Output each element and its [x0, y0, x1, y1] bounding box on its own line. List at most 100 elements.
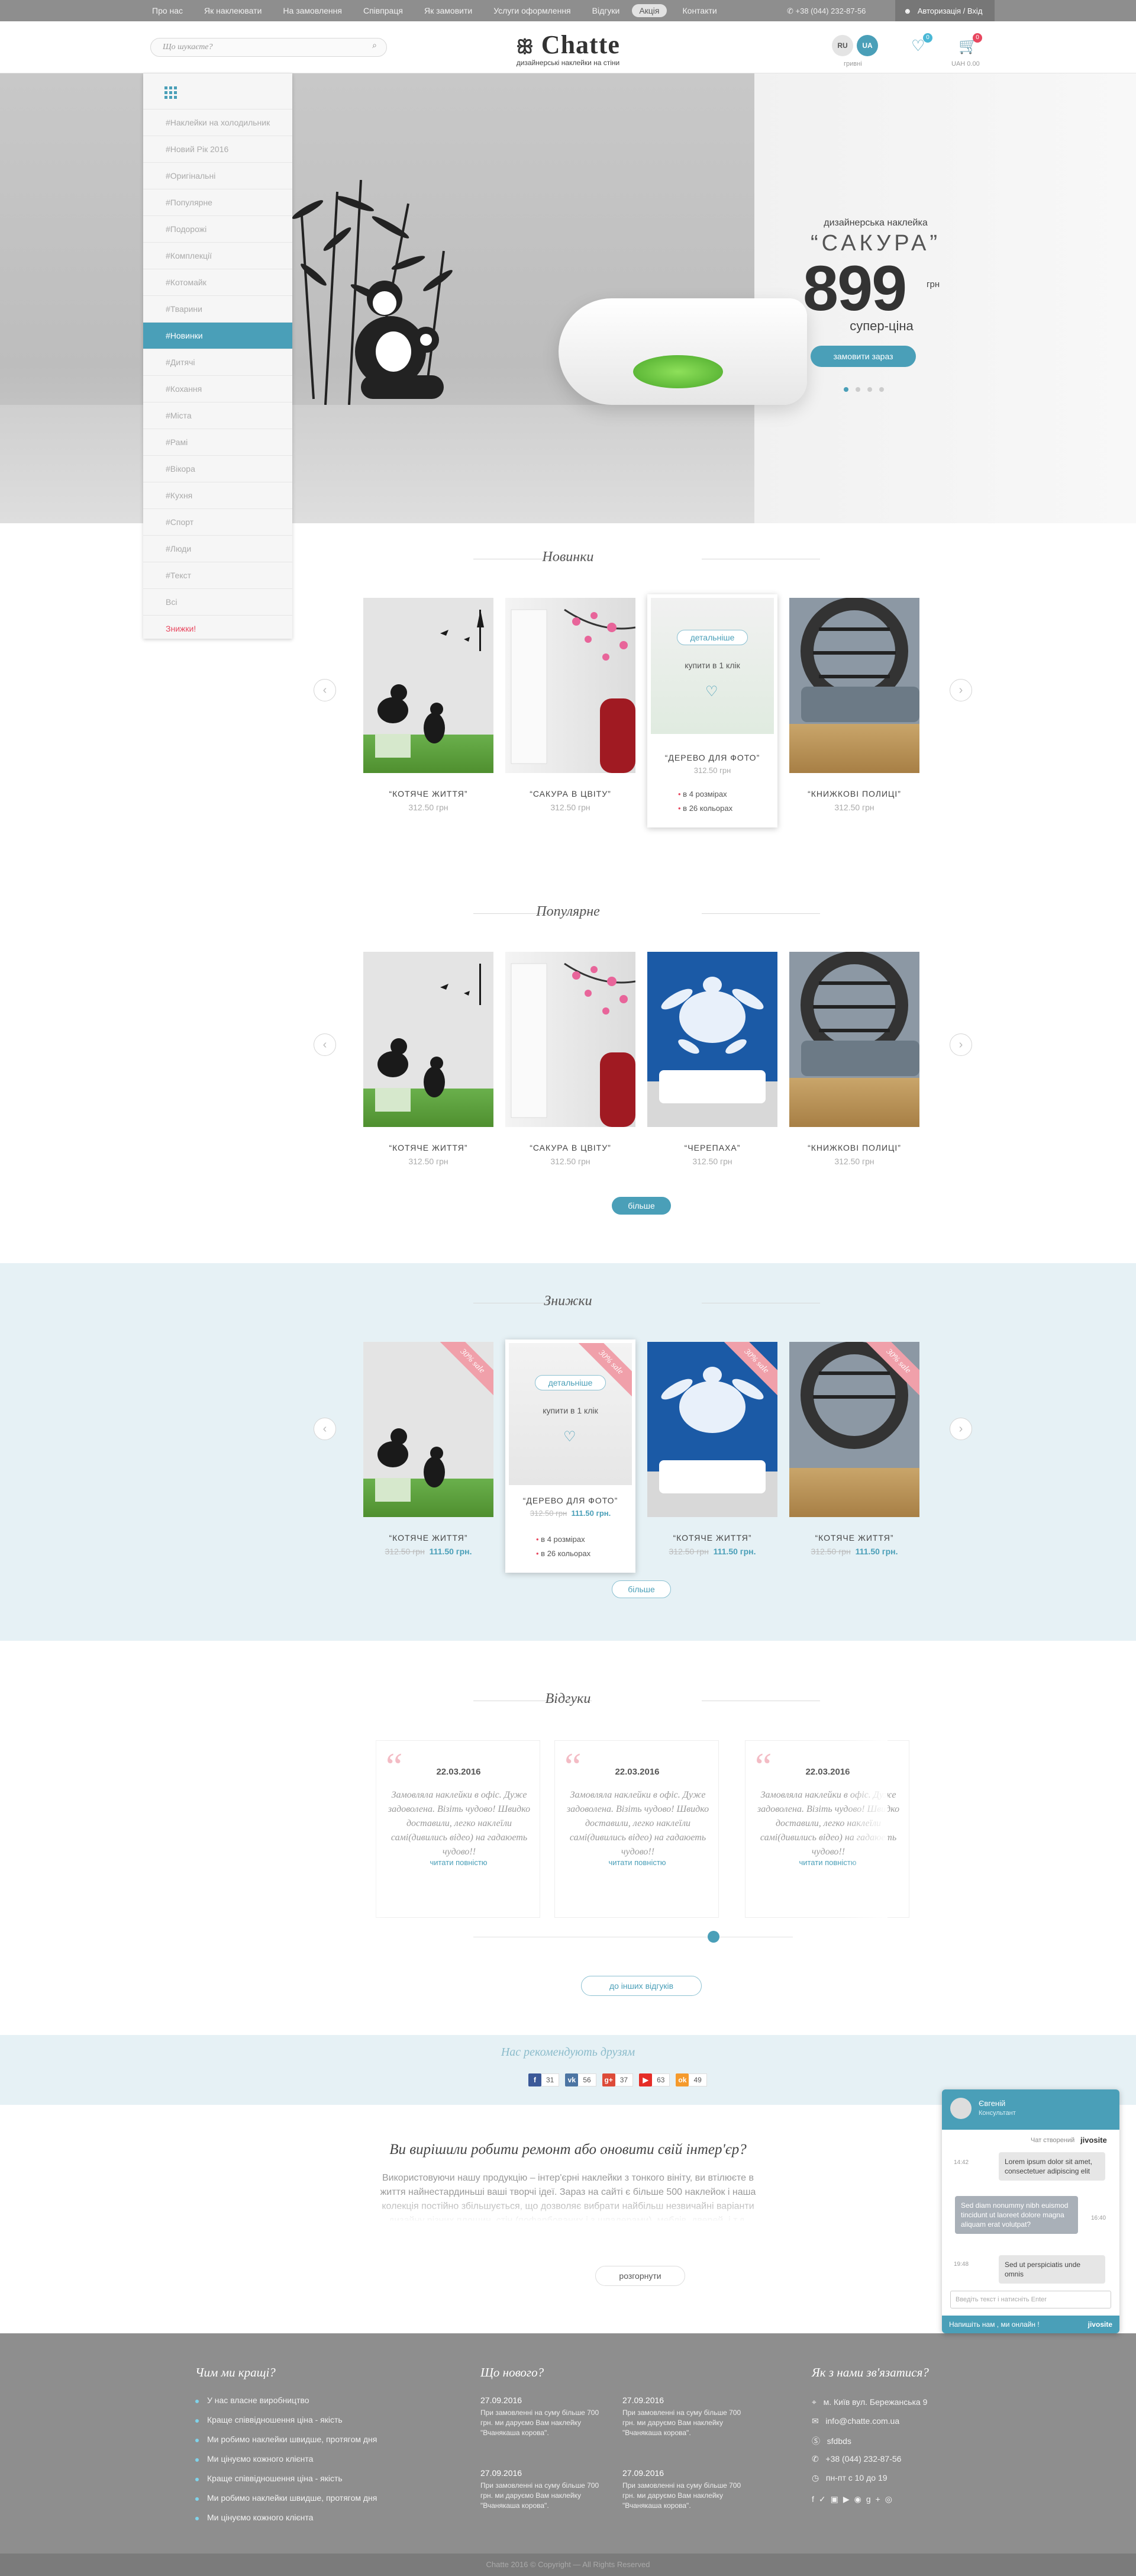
share-facebook[interactable]: f 31: [528, 2073, 560, 2086]
review-read-more[interactable]: читати повністю: [555, 1858, 719, 1867]
review-read-more[interactable]: читати повністю: [376, 1858, 541, 1867]
contact-skype[interactable]: Ⓢ sfdbds: [812, 2435, 851, 2447]
product-card[interactable]: “КОТЯЧЕ ЖИТТЯ” 312.50 грн: [363, 598, 493, 812]
new-next-arrow[interactable]: ›: [950, 679, 972, 701]
category-item[interactable]: #Кухня: [143, 482, 292, 508]
lang-ru[interactable]: RU: [832, 35, 853, 56]
footer: Чим ми кращі? У нас власне виробництво Кр…: [0, 2333, 1136, 2554]
details-button[interactable]: детальніше: [535, 1375, 606, 1390]
share-count: 31: [541, 2073, 560, 2086]
category-item[interactable]: #Дитячі: [143, 349, 292, 375]
buy-one-click[interactable]: купити в 1 клік: [505, 1406, 635, 1415]
contact-email[interactable]: ✉ info@chatte.com.ua: [812, 2416, 899, 2426]
share-count: 63: [652, 2073, 670, 2086]
slide-dot-4[interactable]: [879, 387, 884, 392]
chat-widget[interactable]: Євгеній Консультант Чат створений jivosi…: [942, 2089, 1119, 2333]
popular-more-button[interactable]: більше: [612, 1197, 671, 1215]
sale-card[interactable]: 30% sale “КОТЯЧЕ ЖИТТЯ” 312.50 грн 111.5…: [789, 1342, 919, 1556]
popular-next-arrow[interactable]: ›: [950, 1033, 972, 1056]
option-colors: • в 26 кольорах: [536, 1549, 591, 1558]
nav-design-services[interactable]: Услуги оформлення: [485, 6, 583, 15]
seo-fade: [367, 2196, 769, 2222]
news-text[interactable]: При замовленні на суму більше 700 грн. м…: [622, 2481, 753, 2511]
news-text[interactable]: При замовленні на суму більше 700 грн. м…: [480, 2408, 611, 2438]
sale-prev-arrow[interactable]: ‹: [314, 1418, 336, 1440]
nav-contacts[interactable]: Контакти: [674, 6, 730, 15]
nav-how-to-order[interactable]: Як замовити: [415, 6, 485, 15]
category-item[interactable]: #Люди: [143, 535, 292, 562]
auth-label: Авторизація / Вхід: [917, 6, 983, 15]
product-card[interactable]: “КНИЖКОВІ ПОЛИЦІ” 312.50 грн: [789, 598, 919, 812]
category-item[interactable]: #Оригінальні: [143, 162, 292, 189]
category-item[interactable]: #Комплекції: [143, 242, 292, 269]
nav-promo[interactable]: Акція: [632, 4, 667, 17]
category-item[interactable]: #Новинки: [143, 322, 292, 349]
popular-prev-arrow[interactable]: ‹: [314, 1033, 336, 1056]
hero-price: 899: [803, 252, 907, 324]
logo[interactable]: ꕥ Chatte дизайнерські наклейки на стіни: [503, 30, 633, 67]
sale-more-button[interactable]: більше: [612, 1580, 671, 1598]
category-item[interactable]: #Спорт: [143, 508, 292, 535]
nav-reviews[interactable]: Відгуки: [583, 6, 632, 15]
category-item[interactable]: #Подорожі: [143, 215, 292, 242]
search-input[interactable]: Що шукаєте? ⌕: [150, 38, 387, 57]
new-prev-arrow[interactable]: ‹: [314, 679, 336, 701]
category-item[interactable]: #Міста: [143, 402, 292, 429]
share-vk[interactable]: vk 56: [565, 2073, 596, 2086]
footer-social-icons[interactable]: f✓▣▶◉g+◎: [812, 2494, 897, 2504]
category-item[interactable]: Знижки!: [143, 615, 292, 642]
currency-label: гривні: [844, 60, 862, 67]
auth-link[interactable]: ☻ Авторизація / Вхід: [895, 0, 995, 21]
slide-dot-3[interactable]: [867, 387, 872, 392]
product-card[interactable]: “КНИЖКОВІ ПОЛИЦІ” 312.50 грн: [789, 952, 919, 1166]
slide-dot-1[interactable]: [844, 387, 848, 392]
footer-news-title: Що нового?: [480, 2365, 544, 2379]
sale-card[interactable]: 30% sale “КОТЯЧЕ ЖИТТЯ” 312.50 грн 111.5…: [363, 1342, 493, 1556]
share-odnoklassniki[interactable]: ok 49: [676, 2073, 707, 2086]
nav-about[interactable]: Про нас: [143, 6, 195, 15]
share-youtube[interactable]: ▶ 63: [639, 2073, 670, 2086]
sale-card[interactable]: 30% sale “КОТЯЧЕ ЖИТТЯ” 312.50 грн 111.5…: [647, 1342, 777, 1556]
news-text[interactable]: При замовленні на суму більше 700 грн. м…: [622, 2408, 753, 2438]
chat-bottom-bar[interactable]: Напишіть нам , ми онлайн ! jivosite: [942, 2316, 1119, 2333]
share-google-plus[interactable]: g+ 37: [602, 2073, 634, 2086]
category-item[interactable]: #Новий Рік 2016: [143, 136, 292, 162]
category-item[interactable]: #Тварини: [143, 295, 292, 322]
category-item[interactable]: #Рамі: [143, 429, 292, 455]
product-card[interactable]: “САКУРА В ЦВІТУ” 312.50 грн: [505, 952, 635, 1166]
news-text[interactable]: При замовленні на суму більше 700 грн. м…: [480, 2481, 611, 2511]
product-card[interactable]: “КОТЯЧЕ ЖИТТЯ” 312.50 грн: [363, 952, 493, 1166]
buy-one-click[interactable]: купити в 1 клік: [647, 661, 777, 670]
category-item[interactable]: #Вікора: [143, 455, 292, 482]
chat-message: Sed diam nonummy nibh euismod tincidunt …: [955, 2196, 1078, 2234]
reviews-scroll-handle[interactable]: [708, 1931, 719, 1943]
nav-cooperation[interactable]: Співпраця: [354, 6, 415, 15]
all-reviews-button[interactable]: до інших відгуків: [581, 1976, 702, 1996]
category-item[interactable]: Всі: [143, 588, 292, 615]
category-item[interactable]: #Котомайк: [143, 269, 292, 295]
details-button[interactable]: детальніше: [677, 630, 748, 645]
product-card[interactable]: “ЧЕРЕПАХА” 312.50 грн: [647, 952, 777, 1166]
top-bar: Про нас Як наклеювати На замовлення Спів…: [0, 0, 1136, 21]
review-read-more[interactable]: читати повністю: [746, 1858, 910, 1867]
heart-icon[interactable]: ♡: [563, 1428, 576, 1445]
expand-button[interactable]: розгорнути: [595, 2266, 685, 2286]
nav-how-to-apply[interactable]: Як наклеювати: [195, 6, 274, 15]
category-item[interactable]: #Наклейки на холодильник: [143, 109, 292, 136]
nav-custom-order[interactable]: На замовлення: [274, 6, 354, 15]
hero-order-button[interactable]: замовити зараз: [811, 346, 916, 367]
category-item[interactable]: #Популярне: [143, 189, 292, 215]
slide-dot-2[interactable]: [856, 387, 860, 392]
sale-card-hover[interactable]: 30% sale детальніше купити в 1 клік ♡ “Д…: [505, 1339, 635, 1573]
lang-ua[interactable]: UA: [857, 35, 878, 56]
search-icon[interactable]: ⌕: [372, 41, 377, 51]
category-item[interactable]: #Кохання: [143, 375, 292, 402]
category-item[interactable]: #Текст: [143, 562, 292, 588]
product-card[interactable]: “САКУРА В ЦВІТУ” 312.50 грн: [505, 598, 635, 812]
contact-phone[interactable]: ✆ +38 (044) 232-87-56: [812, 2454, 901, 2464]
chat-input[interactable]: Введіть текст і натисніть Enter: [950, 2291, 1111, 2308]
sale-next-arrow[interactable]: ›: [950, 1418, 972, 1440]
product-card-hover[interactable]: детальніше купити в 1 клік ♡ “ДЕРЕВО ДЛЯ…: [647, 594, 777, 827]
heart-icon[interactable]: ♡: [705, 683, 718, 700]
grid-icon[interactable]: [164, 86, 177, 99]
